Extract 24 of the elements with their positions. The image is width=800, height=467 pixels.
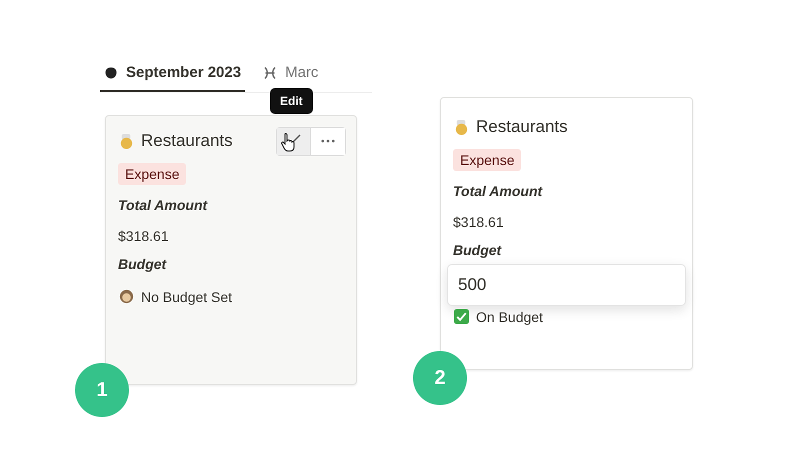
total-amount: $318.61 [118, 228, 169, 244]
blob-icon [104, 66, 118, 80]
property-label: Budget [453, 242, 502, 258]
expense-tag: Expense [118, 163, 186, 185]
view-tab[interactable]: September 2023 [100, 55, 246, 92]
budget-input-field[interactable]: 500 [447, 264, 686, 306]
edit-tooltip: Edit [270, 88, 313, 114]
hand-cursor-icon [280, 132, 296, 152]
step-badge: 1 [75, 363, 129, 417]
budget-status: No Budget Set [141, 288, 232, 304]
pisces-icon [263, 66, 278, 80]
expense-tag: Expense [453, 149, 522, 171]
check-icon [453, 308, 470, 325]
property-label: Total Amount [453, 183, 542, 199]
budget-status: On Budget [476, 308, 543, 324]
card-title: Restaurants [141, 131, 233, 151]
property-label: Total Amount [118, 197, 208, 213]
gallery-card[interactable]: Restaurants Expense Total Amount $318.61 Budget No Budget Set [105, 115, 357, 385]
gallery-card[interactable]: Restaurants Expense Total Amount $318.61 Budget 500 On Budget [440, 97, 693, 370]
more-icon [321, 139, 335, 143]
property-label: Budget [118, 256, 166, 272]
step-badge: 2 [413, 351, 467, 405]
card-title: Restaurants [476, 117, 568, 137]
total-amount: $318.61 [453, 214, 504, 230]
